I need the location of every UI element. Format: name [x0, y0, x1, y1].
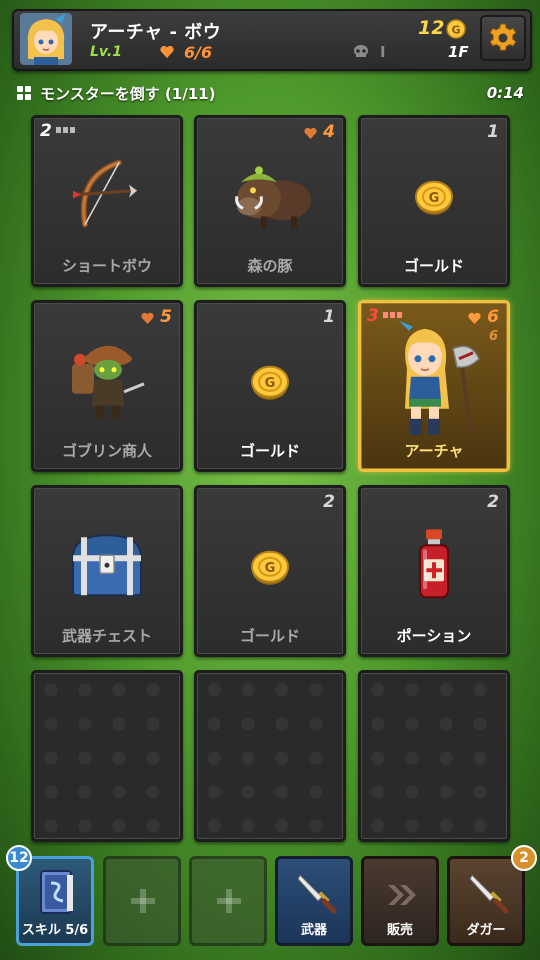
goblin-merchant-icon: [72, 345, 145, 418]
dagger-count-badge: 2: [511, 845, 537, 871]
dagger-icon: [469, 874, 509, 914]
elapsed-timer: 0:14: [486, 84, 524, 102]
gold-value: 2: [323, 492, 335, 512]
archer-hero-icon: [399, 320, 480, 435]
empty-slot[interactable]: [358, 670, 510, 842]
gold-coin-icon: G: [415, 180, 453, 215]
settings-button[interactable]: [480, 15, 526, 61]
hero-max-hp: 6: [488, 329, 498, 344]
skill-label: スキル 5/6: [21, 923, 89, 938]
gold-coin-icon: G: [446, 19, 466, 39]
dagger-icon: [297, 874, 337, 914]
durability-pips: [56, 127, 75, 133]
locked-slot[interactable]: [189, 856, 267, 946]
durability-pips: [383, 312, 402, 318]
gear-icon: [489, 23, 517, 51]
floor-number: 1F: [448, 43, 469, 61]
heart-icon: [160, 45, 174, 58]
gold-value: 1: [487, 122, 499, 142]
card-label: アーチャ: [404, 442, 464, 460]
spellbook-icon: [40, 870, 73, 914]
svg-text:G: G: [265, 561, 276, 576]
sell-button[interactable]: 販売: [361, 856, 439, 946]
skull-icon: [354, 45, 368, 57]
skill-button[interactable]: スキル 5/6: [16, 856, 94, 946]
kill-count: I: [380, 43, 386, 61]
card-label: 武器チェスト: [61, 627, 152, 645]
locked-slot[interactable]: [103, 856, 181, 946]
card-weapon-chest[interactable]: 武器チェスト: [31, 485, 183, 657]
sell-label: 販売: [386, 923, 413, 938]
hero-weapon-level: 3: [367, 306, 379, 326]
card-short-bow[interactable]: 2 ショートボウ: [31, 115, 183, 287]
gold-value: 1: [323, 307, 335, 327]
card-label: ゴールド: [403, 257, 464, 275]
plus-icon: [131, 889, 155, 913]
boar-icon: [235, 166, 311, 229]
card-archer-hero[interactable]: 3 6 6 アーチャ: [358, 300, 510, 472]
svg-text:G: G: [265, 376, 276, 391]
heart-icon: [304, 127, 317, 139]
quest-objective: モンスターを倒す (1/11): [40, 85, 216, 103]
card-gold[interactable]: 1 G ゴールド: [358, 115, 510, 287]
weapon-level: 2: [40, 121, 52, 141]
enemy-hp: 5: [160, 307, 172, 327]
card-gold[interactable]: 1 G ゴールド: [194, 300, 346, 472]
bow-icon: [73, 159, 138, 228]
dagger-label: ダガー: [466, 923, 506, 938]
dagger-slot[interactable]: ダガー: [447, 856, 525, 946]
treasure-chest-icon: [71, 534, 143, 597]
card-label: ポーション: [396, 627, 472, 645]
card-label: 森の豚: [247, 257, 293, 275]
heart-icon: [141, 312, 154, 324]
double-chevron-right-icon: [388, 885, 416, 905]
card-goblin-merchant[interactable]: 5 ゴブリン商人: [31, 300, 183, 472]
svg-text:G: G: [429, 191, 440, 206]
potion-icon: [419, 529, 449, 599]
weapon-label: 武器: [300, 923, 327, 938]
card-gold[interactable]: 2 G ゴールド: [194, 485, 346, 657]
archer-portrait-icon: [20, 13, 72, 65]
empty-slot[interactable]: [31, 670, 183, 842]
hero-name: アーチャ - ボウ: [90, 22, 222, 43]
quest-grid-icon: [17, 86, 31, 100]
plus-icon: [217, 889, 241, 913]
gold-coin-icon: G: [251, 550, 289, 585]
potion-value: 2: [487, 492, 499, 512]
card-potion[interactable]: 2 ポーション: [358, 485, 510, 657]
enemy-hp: 4: [323, 122, 335, 142]
gold-coin-icon: G: [251, 365, 289, 400]
weapon-button[interactable]: 武器: [275, 856, 353, 946]
empty-slot[interactable]: [194, 670, 346, 842]
card-label: ゴールド: [239, 627, 300, 645]
hero-level: Lv.1: [90, 44, 122, 60]
skill-points-badge: 12: [6, 845, 32, 871]
card-label: ゴールド: [239, 442, 300, 460]
card-label: ショートボウ: [61, 257, 152, 275]
hero-hp: 6/6: [184, 43, 213, 62]
hero-status-bar: アーチャ - ボウ Lv.1 6/6 12 G I 1F: [12, 9, 532, 71]
svg-text:G: G: [451, 24, 460, 37]
gold-amount: 12: [418, 17, 445, 39]
card-label: ゴブリン商人: [61, 442, 152, 460]
card-forest-boar[interactable]: 4 森の豚: [194, 115, 346, 287]
